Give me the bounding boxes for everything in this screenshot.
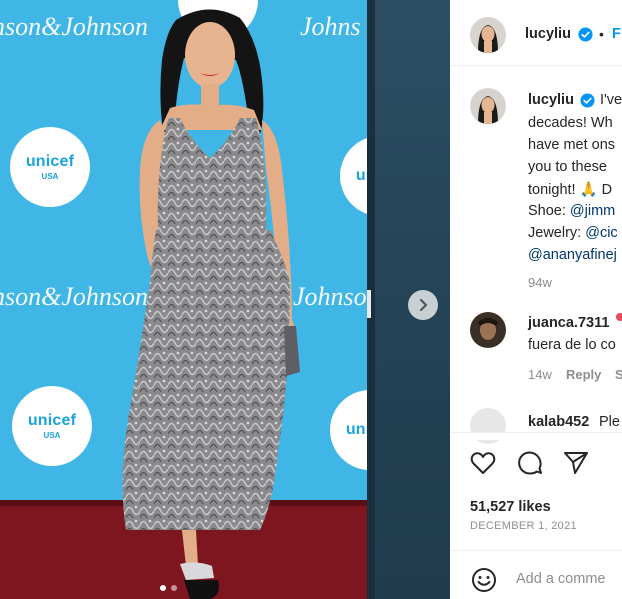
mention-link[interactable]: @ananyafinej	[528, 247, 617, 263]
heart-badge-icon	[616, 313, 622, 321]
photo-edge	[367, 290, 371, 318]
comment-button[interactable]	[516, 449, 544, 477]
caption-text: you to these	[528, 159, 607, 175]
smiley-icon	[472, 568, 496, 592]
divider	[450, 432, 622, 433]
comment-username[interactable]: juanca.7311	[528, 315, 609, 331]
emoji-button[interactable]	[470, 566, 498, 594]
carousel-dot	[171, 585, 177, 591]
commenter-avatar[interactable]	[470, 312, 506, 348]
paper-plane-icon	[564, 452, 588, 474]
caption-text: have met ons	[528, 137, 616, 153]
heart-icon	[470, 452, 496, 474]
caption-text: Shoe: @jimm	[528, 203, 616, 219]
add-comment-input[interactable]: Add a comme	[516, 571, 605, 587]
caption-text: Jewelry: @cic	[528, 225, 618, 241]
post-header: lucyliu • F	[450, 0, 622, 66]
see-translation-link[interactable]: S	[615, 367, 622, 382]
caption-username[interactable]: lucyliu	[528, 92, 574, 108]
carousel-dot	[160, 585, 166, 591]
caption-text: I've	[600, 92, 622, 108]
verified-badge-icon	[578, 27, 593, 42]
comment-text: Ple	[599, 414, 620, 430]
separator-dot: •	[599, 26, 604, 42]
carousel-indicator	[160, 585, 177, 591]
like-count[interactable]: 51,527 likes	[470, 499, 551, 515]
caption-text: @ananyafinej	[528, 247, 617, 263]
caption-avatar[interactable]	[470, 88, 506, 124]
reply-button[interactable]: Reply	[566, 367, 601, 382]
person-figure	[122, 9, 300, 599]
avatar[interactable]	[470, 17, 506, 53]
post-date[interactable]: DECEMBER 1, 2021	[470, 520, 577, 532]
chevron-right-icon	[419, 298, 428, 312]
mention-link[interactable]: @jimm	[570, 203, 615, 219]
comment-text: fuera de lo co	[528, 337, 616, 353]
caption-text: tonight! 🙏 D	[528, 182, 613, 198]
next-photo-button[interactable]	[408, 290, 438, 320]
comment-username[interactable]: kalab452	[528, 414, 589, 430]
post-username[interactable]: lucyliu	[525, 26, 571, 42]
mention-link[interactable]: @cic	[585, 225, 617, 241]
post-details-panel: lucyliu • F lucyliu I've decades! Wh hav…	[450, 0, 622, 599]
share-button[interactable]	[562, 449, 590, 477]
caption-timestamp[interactable]: 94w	[528, 275, 552, 290]
comment-bubble-icon	[518, 451, 542, 475]
post-photo[interactable]: nson&Johnson Johns nson&Johnson Johnson …	[0, 0, 367, 599]
like-button[interactable]	[469, 449, 497, 477]
comment-timestamp[interactable]: 14w	[528, 367, 552, 382]
verified-badge-icon	[580, 93, 595, 108]
caption-text: decades! Wh	[528, 115, 613, 131]
divider	[450, 550, 622, 551]
follow-button[interactable]: F	[612, 26, 621, 42]
